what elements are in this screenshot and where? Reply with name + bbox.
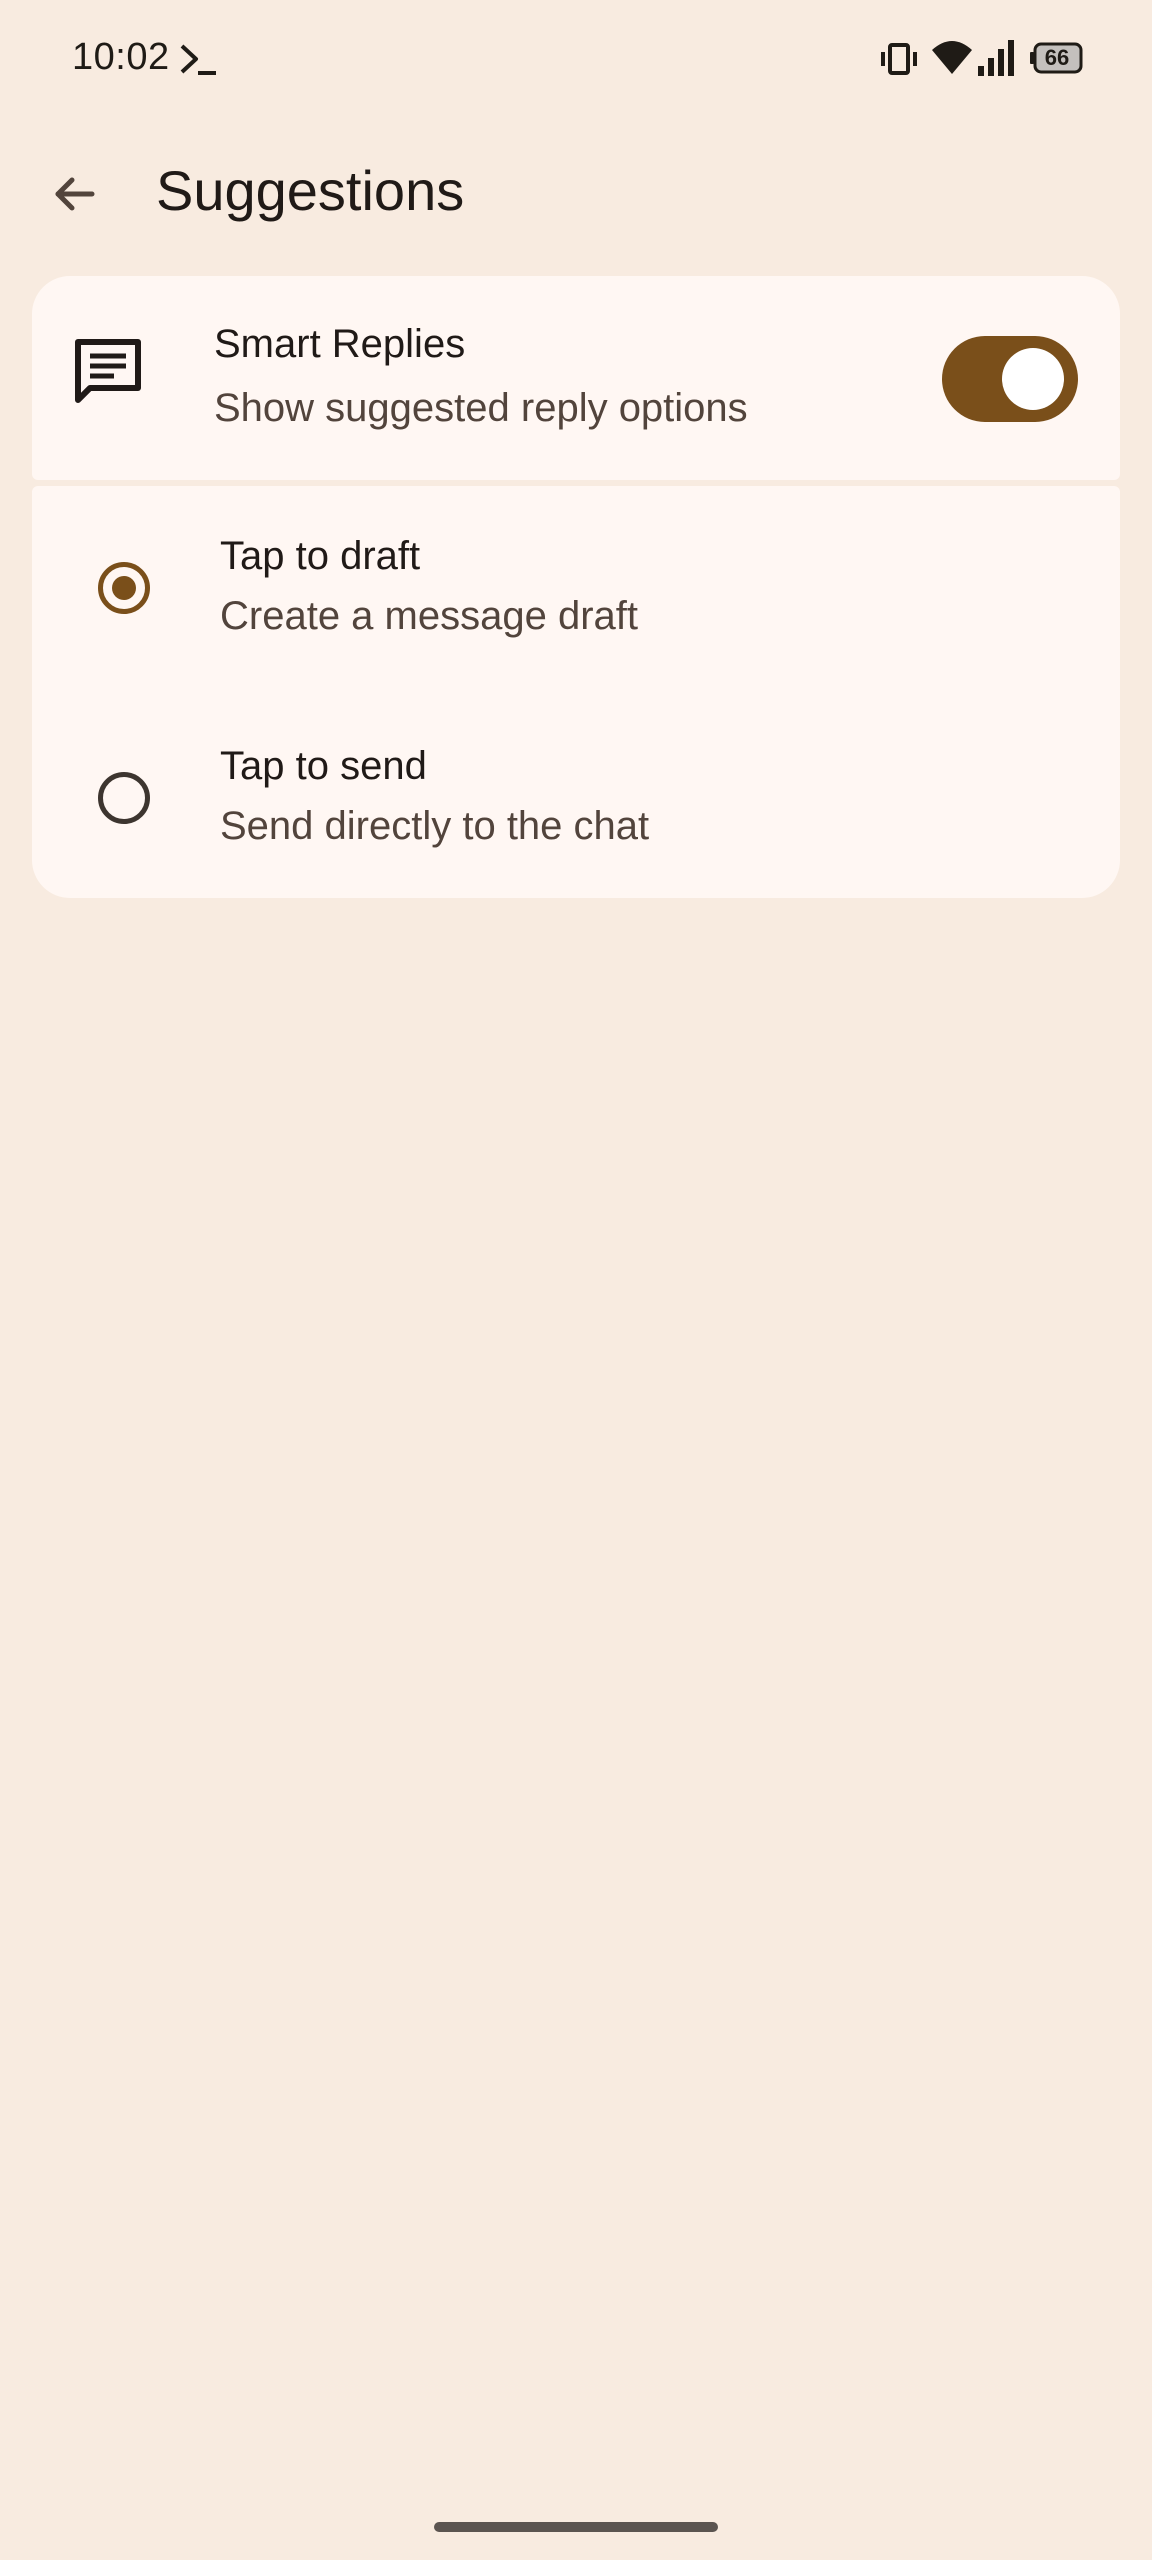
- status-time: 10:02: [72, 36, 170, 78]
- signal-icon: [978, 40, 1014, 76]
- radio-tap-to-send[interactable]: [98, 772, 150, 824]
- vibrate-icon: [881, 43, 917, 75]
- terminal-icon: [180, 44, 216, 75]
- arrow-back-icon: [55, 177, 95, 211]
- option-title: Tap to draft: [220, 534, 421, 578]
- reply-mode-group: Tap to draft Create a message draft Tap …: [32, 486, 1120, 898]
- option-subtitle: Send directly to the chat: [220, 804, 650, 848]
- smart-replies-toggle[interactable]: [942, 336, 1078, 422]
- radio-tap-to-draft[interactable]: [98, 562, 150, 614]
- option-tap-to-send[interactable]: Tap to send Send directly to the chat: [32, 692, 1120, 898]
- app-bar: Suggestions: [0, 130, 1152, 254]
- smart-replies-subtitle: Show suggested reply options: [214, 386, 748, 430]
- page-title: Suggestions: [156, 159, 465, 222]
- toggle-thumb: [1002, 348, 1064, 410]
- option-subtitle: Create a message draft: [220, 594, 638, 638]
- smart-replies-title: Smart Replies: [214, 322, 466, 366]
- wifi-icon: [932, 41, 972, 74]
- back-button[interactable]: [32, 152, 116, 236]
- option-title: Tap to send: [220, 744, 427, 788]
- status-bar: 10:02 66: [0, 0, 1152, 116]
- smart-replies-row[interactable]: Smart Replies Show suggested reply optio…: [32, 276, 1120, 480]
- option-tap-to-draft[interactable]: Tap to draft Create a message draft: [32, 486, 1120, 692]
- battery-level: 66: [1044, 45, 1070, 70]
- home-indicator[interactable]: [434, 2522, 718, 2532]
- message-icon: [75, 339, 141, 403]
